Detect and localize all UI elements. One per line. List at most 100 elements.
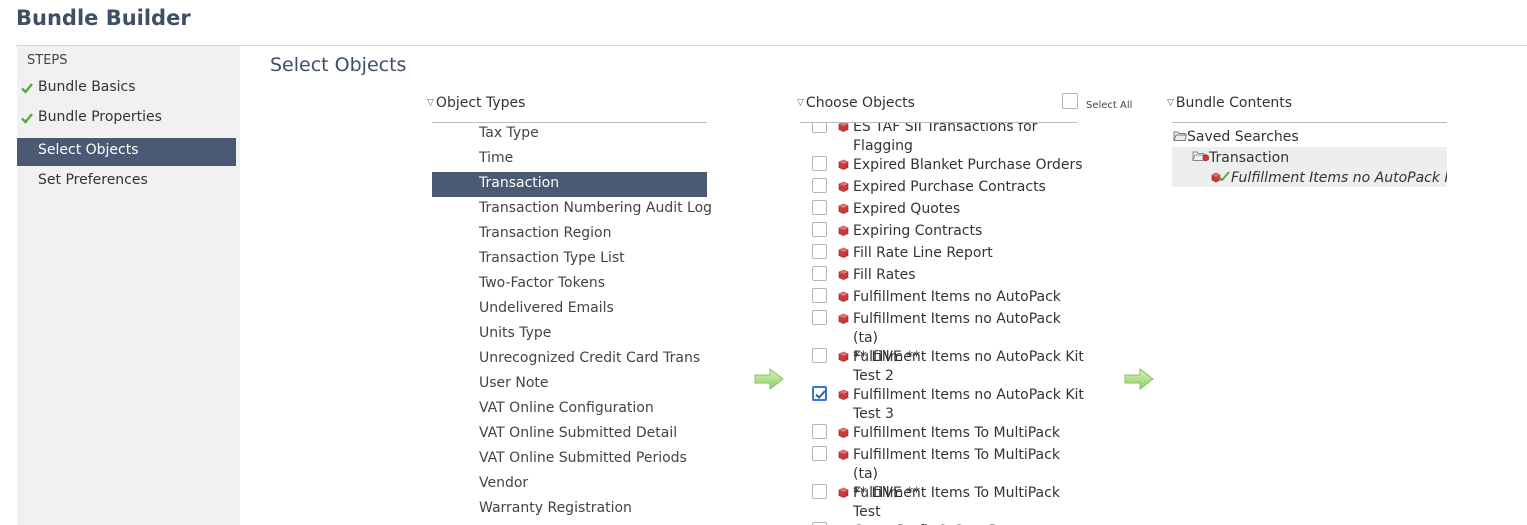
check-icon bbox=[815, 390, 826, 399]
object-checkbox[interactable] bbox=[812, 446, 827, 461]
saved-search-icon bbox=[838, 203, 849, 214]
page-title: Bundle Builder bbox=[16, 6, 191, 30]
object-type-item[interactable]: Unrecognized Credit Card Trans bbox=[432, 347, 707, 372]
object-type-item[interactable]: VAT Online Submitted Periods bbox=[432, 447, 707, 472]
bundle-contents-header-label: Bundle Contents bbox=[1175, 95, 1293, 111]
saved-search-icon bbox=[838, 389, 849, 400]
object-type-item[interactable]: Transaction bbox=[432, 172, 707, 197]
object-type-label: User Note bbox=[479, 375, 549, 391]
folder-open-icon bbox=[1173, 131, 1188, 141]
object-checkbox[interactable] bbox=[812, 310, 827, 325]
object-type-item[interactable]: Tax Type bbox=[432, 122, 707, 147]
object-label-line: Fulfillment Items no AutoPack Kit bbox=[853, 387, 1084, 403]
checkmark-icon bbox=[21, 83, 33, 94]
step-label: Set Preferences bbox=[38, 172, 148, 188]
arrow-right-icon[interactable] bbox=[753, 366, 785, 392]
bundle-contents-header[interactable]: ▽ Bundle Contents bbox=[1167, 95, 1292, 111]
object-checkbox[interactable] bbox=[812, 244, 827, 259]
choose-objects-header[interactable]: ▽ Choose Objects bbox=[797, 95, 915, 111]
object-type-label: Unrecognized Credit Card Trans bbox=[479, 350, 701, 366]
object-type-item[interactable]: Transaction Type List bbox=[432, 247, 707, 272]
object-checkbox[interactable] bbox=[812, 484, 827, 499]
bundle-root-label: Saved Searches bbox=[1187, 129, 1299, 145]
object-checked-icon bbox=[1211, 171, 1230, 183]
step-bundle-properties[interactable]: Bundle Properties bbox=[17, 105, 236, 133]
object-label: Fulfillment Items To MultiPack bbox=[853, 424, 1085, 443]
object-checkbox[interactable] bbox=[812, 348, 827, 363]
step-bundle-basics[interactable]: Bundle Basics bbox=[17, 75, 236, 103]
saved-search-icon bbox=[838, 269, 849, 280]
object-label: Fill Rate Line Report bbox=[853, 244, 1085, 263]
step-select-objects[interactable]: Select Objects bbox=[17, 138, 236, 166]
object-checkbox[interactable] bbox=[812, 222, 827, 237]
object-type-label: Two-Factor Tokens bbox=[479, 275, 605, 291]
object-label-line: Fulfillment Items no AutoPack (ta) bbox=[853, 311, 1061, 346]
object-type-item[interactable]: VAT Online Submitted Detail bbox=[432, 422, 707, 447]
object-type-item[interactable]: User Note bbox=[432, 372, 707, 397]
object-label: ES TAF SII Transactions for Flagging bbox=[853, 123, 1085, 156]
step-label: Select Objects bbox=[38, 142, 139, 158]
object-type-label: VAT Online Submitted Periods bbox=[479, 450, 687, 466]
choose-objects-header-label: Choose Objects bbox=[805, 95, 915, 111]
object-label: Fulfillment Items no AutoPack Kit Test 2 bbox=[853, 348, 1085, 386]
saved-search-icon bbox=[838, 313, 849, 324]
object-type-item[interactable]: Transaction Region bbox=[432, 222, 707, 247]
saved-search-icon bbox=[838, 247, 849, 258]
choose-objects-list[interactable]: ES TAF SII Transactions for Flagging Expir… bbox=[800, 123, 1085, 525]
object-type-item[interactable]: Units Type bbox=[432, 322, 707, 347]
arrow-right-icon[interactable] bbox=[1123, 366, 1155, 392]
object-label-line: Fill Rates bbox=[853, 267, 916, 283]
object-label: Expiring Contracts bbox=[853, 222, 1085, 241]
object-checkbox[interactable] bbox=[812, 424, 827, 439]
step-set-preferences[interactable]: Set Preferences bbox=[17, 168, 236, 196]
bundle-group-transaction[interactable]: Transaction bbox=[1192, 150, 1289, 166]
object-type-item[interactable]: VAT Online Configuration bbox=[432, 397, 707, 422]
object-label-line: Fulfillment Items To MultiPack bbox=[853, 425, 1060, 441]
select-all-checkbox[interactable] bbox=[1062, 93, 1078, 109]
steps-label: STEPS bbox=[27, 53, 68, 68]
object-label: Fill Rates bbox=[853, 266, 1085, 285]
object-label: Expired Purchase Contracts bbox=[853, 178, 1085, 197]
object-label-line: Fulfillment Items no AutoPack bbox=[853, 289, 1061, 305]
object-checkbox[interactable] bbox=[812, 123, 827, 133]
object-label: Fulfillment Items no AutoPack bbox=[853, 288, 1085, 307]
object-checkbox[interactable] bbox=[812, 178, 827, 193]
object-type-item[interactable]: Undelivered Emails bbox=[432, 297, 707, 322]
object-checkbox[interactable] bbox=[812, 266, 827, 281]
saved-search-icon bbox=[838, 427, 849, 438]
object-types-header[interactable]: ▽ Object Types bbox=[427, 95, 525, 111]
step-label: Bundle Properties bbox=[38, 109, 162, 125]
bundle-root-saved-searches[interactable]: Saved Searches bbox=[1173, 129, 1299, 145]
object-label-line: Expired Purchase Contracts bbox=[853, 179, 1046, 195]
object-type-label: VAT Online Configuration bbox=[479, 400, 654, 416]
object-type-label: Undelivered Emails bbox=[479, 300, 614, 316]
saved-search-icon bbox=[838, 225, 849, 236]
object-type-label: Transaction bbox=[479, 175, 560, 191]
object-checkbox[interactable] bbox=[812, 386, 827, 401]
object-checkbox[interactable] bbox=[812, 200, 827, 215]
object-label-line: Test 3 bbox=[853, 406, 894, 422]
object-type-item[interactable]: Vendor bbox=[432, 472, 707, 497]
object-type-item[interactable]: Two-Factor Tokens bbox=[432, 272, 707, 297]
object-label: Expired Blanket Purchase Orders bbox=[853, 156, 1085, 175]
object-label-line: Fulfillment Items To MultiPack (ta) bbox=[853, 447, 1060, 482]
object-type-label: Transaction Region bbox=[479, 225, 612, 241]
object-label-line: Flagging bbox=[853, 138, 913, 154]
select-all-label: Select All bbox=[1086, 100, 1133, 111]
object-type-label: Vendor bbox=[479, 475, 529, 491]
object-type-item[interactable]: Warranty Registration bbox=[432, 497, 707, 522]
object-type-item[interactable]: Time bbox=[432, 147, 707, 172]
object-types-header-label: Object Types bbox=[435, 95, 526, 111]
object-checkbox[interactable] bbox=[812, 156, 827, 171]
object-checkbox[interactable] bbox=[812, 288, 827, 303]
object-label-line: Test bbox=[853, 504, 881, 520]
object-label-line: Test 2 bbox=[853, 368, 894, 384]
object-type-label: Transaction Type List bbox=[479, 250, 625, 266]
saved-search-icon bbox=[838, 123, 849, 132]
bundle-group-label: Transaction bbox=[1209, 150, 1290, 166]
object-label-line: Fulfillment Items To MultiPack bbox=[853, 485, 1060, 501]
object-type-label: VAT Online Submitted Detail bbox=[479, 425, 678, 441]
bundle-item[interactable]: Fulfillment Items no AutoPack Kit bbox=[1211, 170, 1447, 186]
object-label-line: Expiring Contracts bbox=[853, 223, 983, 239]
object-type-item[interactable]: Transaction Numbering Audit Log bbox=[432, 197, 712, 222]
